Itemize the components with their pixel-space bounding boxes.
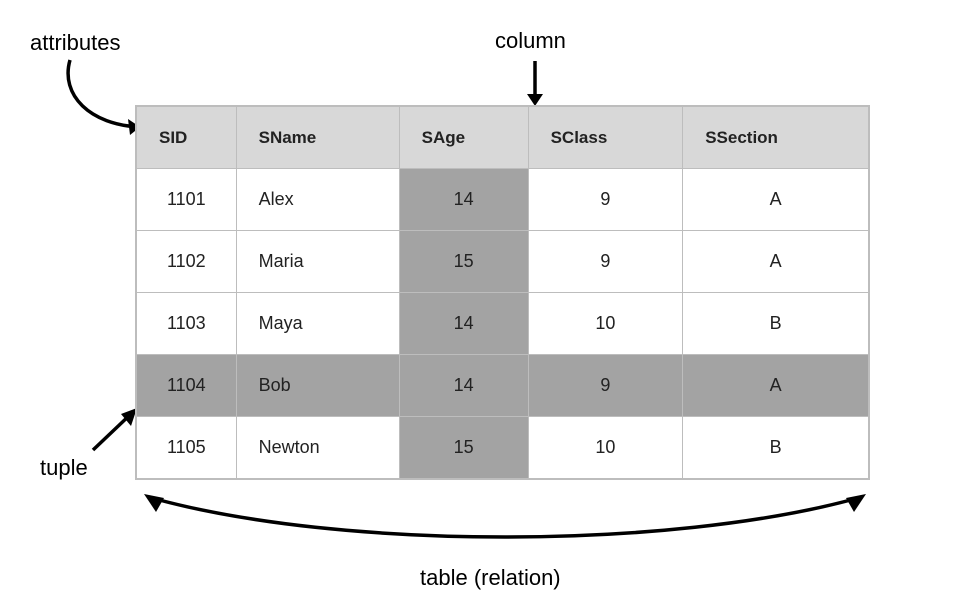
cell-sclass: 10 — [528, 293, 683, 355]
table-row: 1102Maria159A — [137, 231, 869, 293]
col-header-ssection: SSection — [683, 107, 869, 169]
cell-sid: 1104 — [137, 355, 237, 417]
cell-sage: 14 — [399, 293, 528, 355]
cell-ssection: A — [683, 355, 869, 417]
cell-ssection: B — [683, 417, 869, 479]
cell-sname: Newton — [236, 417, 399, 479]
label-attributes: attributes — [30, 30, 121, 56]
table-header-row: SID SName SAge SClass SSection — [137, 107, 869, 169]
cell-sclass: 9 — [528, 169, 683, 231]
cell-ssection: A — [683, 231, 869, 293]
cell-sage: 14 — [399, 169, 528, 231]
col-header-sclass: SClass — [528, 107, 683, 169]
cell-sname: Maya — [236, 293, 399, 355]
cell-sclass: 10 — [528, 417, 683, 479]
table-row: 1103Maya1410B — [137, 293, 869, 355]
cell-sid: 1102 — [137, 231, 237, 293]
cell-sage: 14 — [399, 355, 528, 417]
relation-table: SID SName SAge SClass SSection 1101Alex1… — [135, 105, 870, 480]
table-row: 1104Bob149A — [137, 355, 869, 417]
table-row: 1101Alex149A — [137, 169, 869, 231]
col-header-sname: SName — [236, 107, 399, 169]
cell-sid: 1101 — [137, 169, 237, 231]
cell-sname: Bob — [236, 355, 399, 417]
cell-ssection: A — [683, 169, 869, 231]
cell-sage: 15 — [399, 417, 528, 479]
label-column: column — [495, 28, 566, 54]
cell-sid: 1105 — [137, 417, 237, 479]
cell-sclass: 9 — [528, 231, 683, 293]
table-row: 1105Newton1510B — [137, 417, 869, 479]
cell-sclass: 9 — [528, 355, 683, 417]
col-header-sage: SAge — [399, 107, 528, 169]
cell-sname: Maria — [236, 231, 399, 293]
arrow-column-icon — [520, 58, 550, 108]
arrow-table-relation-icon — [140, 490, 870, 560]
cell-sage: 15 — [399, 231, 528, 293]
col-header-sid: SID — [137, 107, 237, 169]
cell-ssection: B — [683, 293, 869, 355]
label-tuple: tuple — [40, 455, 88, 481]
cell-sname: Alex — [236, 169, 399, 231]
cell-sid: 1103 — [137, 293, 237, 355]
label-table-relation: table (relation) — [420, 565, 561, 591]
